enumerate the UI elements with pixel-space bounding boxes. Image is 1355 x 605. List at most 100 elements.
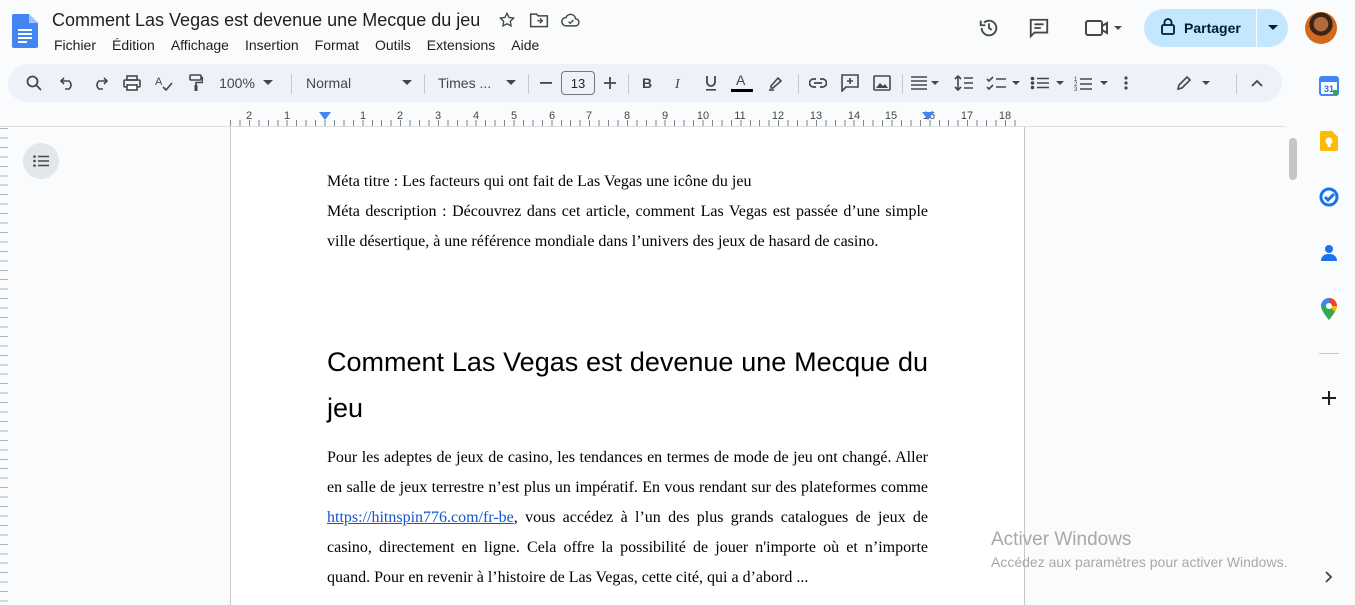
share-label: Partager [1184,20,1241,36]
chevron-right-icon[interactable] [1320,568,1338,586]
editing-mode-icon[interactable] [1174,68,1214,98]
ruler-label: 10 [696,110,710,122]
menu-outils[interactable]: Outils [367,35,419,55]
meet-icon[interactable] [1078,10,1128,46]
side-panel: 31 [1303,62,1355,605]
activate-windows-title: Activer Windows [991,529,1132,550]
font-size-input[interactable]: 13 [561,71,595,95]
document-outline-button[interactable] [23,143,59,179]
google-docs-logo-icon[interactable] [12,14,38,48]
document-heading: Comment Las Vegas est devenue une Mecque… [327,347,928,423]
scrollbar-thumb[interactable] [1289,138,1297,180]
ruler-label: 18 [998,110,1012,122]
add-comment-icon[interactable] [838,68,862,98]
chevron-down-icon [506,80,516,85]
toolbar: A 100% Normal Times ... 13 B I A 1 2 3 [8,64,1282,102]
ruler-label: 8 [623,110,631,122]
calendar-icon[interactable]: 31 [1317,74,1341,98]
search-menus-icon[interactable] [22,68,46,98]
menu-extensions[interactable]: Extensions [419,35,503,55]
move-folder-icon[interactable] [528,9,550,31]
ruler-label: 2 [245,110,253,122]
ruler-label: 11 [734,110,746,122]
menu-aide[interactable]: Aide [503,35,547,55]
share-dropdown-icon[interactable] [1257,9,1288,47]
star-icon[interactable] [496,9,518,31]
underline-icon[interactable] [700,68,722,98]
menu-insertion[interactable]: Insertion [237,35,307,55]
body-paragraph: Pour les adeptes de jeux de casino, les … [327,443,928,593]
highlight-color-icon[interactable] [764,68,788,98]
bulleted-list-icon[interactable] [1028,68,1068,98]
ruler-label: 9 [661,110,669,122]
menu-affichage[interactable]: Affichage [163,35,237,55]
menu-fichier[interactable]: Fichier [46,35,104,55]
ruler-label: 15 [884,110,898,122]
ruler-label: 12 [771,110,785,122]
text-color-icon[interactable]: A [730,68,754,98]
align-justify-icon[interactable] [908,68,942,98]
contacts-icon[interactable] [1317,241,1341,265]
paint-format-icon[interactable] [184,68,208,98]
svg-text:3: 3 [1074,87,1078,91]
horizontal-ruler[interactable]: 2 1 1 2 3 4 5 6 7 8 9 10 11 12 13 14 15 … [230,110,1034,126]
ruler-label: 2 [396,110,404,122]
right-indent-marker[interactable] [922,112,934,120]
cloud-status-icon[interactable] [560,9,582,31]
italic-icon[interactable]: I [668,68,690,98]
activate-windows-subtitle: Accédez aux paramètres pour activer Wind… [991,554,1288,570]
menu-edition[interactable]: Édition [104,35,163,55]
svg-text:B: B [642,76,652,90]
lock-icon [1160,17,1176,40]
ruler-label: 1 [359,110,367,122]
checklist-icon[interactable] [984,68,1024,98]
chevron-down-icon [402,80,412,85]
document-page[interactable]: Méta titre : Les facteurs qui ont fait d… [230,127,1025,605]
redo-icon[interactable] [88,68,112,98]
paragraph-style-select[interactable]: Normal [306,68,412,98]
svg-text:A: A [155,76,163,88]
font-select[interactable]: Times ... [438,68,516,98]
avatar[interactable] [1305,12,1337,44]
bold-icon[interactable]: B [636,68,658,98]
left-indent-marker[interactable] [319,112,331,120]
insert-image-icon[interactable] [870,68,894,98]
ruler-label: 7 [585,110,593,122]
maps-icon[interactable] [1317,297,1341,321]
meta-description: Méta description : Découvrez dans cet ar… [327,203,928,250]
spellcheck-icon[interactable]: A [152,68,176,98]
menu-bar: Fichier Édition Affichage Insertion Form… [46,35,547,55]
vertical-ruler[interactable] [0,128,8,605]
decrease-font-size-icon[interactable] [536,68,556,98]
numbered-list-icon[interactable]: 123 [1072,68,1112,98]
more-options-icon[interactable] [1118,68,1134,98]
print-icon[interactable] [120,68,144,98]
ruler-label: 4 [472,110,480,122]
ruler-label: 13 [809,110,823,122]
font-value: Times ... [438,75,492,91]
svg-text:I: I [674,77,681,90]
casino-link[interactable]: https://hitnspin776.com/fr-be [327,509,514,526]
increase-font-size-icon[interactable] [600,68,620,98]
menu-format[interactable]: Format [307,35,367,55]
svg-text:31: 31 [1324,84,1334,94]
paragraph-style-value: Normal [306,75,352,91]
zoom-value: 100% [219,75,255,91]
ruler-label: 3 [434,110,442,122]
hide-menus-icon[interactable] [1246,68,1268,98]
comments-icon[interactable] [1021,10,1057,46]
undo-icon[interactable] [56,68,80,98]
document-title[interactable]: Comment Las Vegas est devenue une Mecque… [52,10,480,31]
zoom-select[interactable]: 100% [218,68,274,98]
ruler-label: 1 [283,110,291,122]
tasks-icon[interactable] [1317,185,1341,209]
version-history-icon[interactable] [971,10,1007,46]
keep-icon[interactable] [1317,129,1341,153]
ruler-label: 6 [548,110,556,122]
line-spacing-icon[interactable] [952,68,976,98]
ruler-label: 14 [847,110,861,122]
add-addon-icon[interactable] [1317,386,1341,410]
share-button[interactable]: Partager [1144,9,1288,47]
ruler-label: 17 [960,110,974,122]
insert-link-icon[interactable] [806,68,830,98]
